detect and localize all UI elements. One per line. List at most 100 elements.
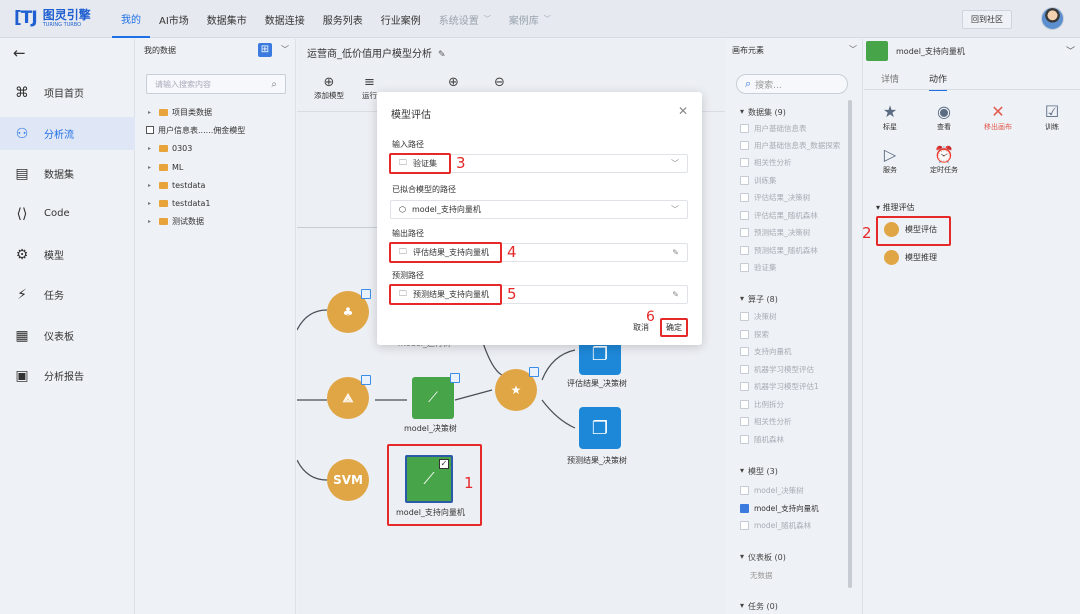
node-checkbox[interactable]	[529, 367, 539, 377]
checkbox[interactable]	[740, 246, 749, 255]
list-item[interactable]: model_随机森林	[740, 519, 811, 532]
checkbox[interactable]	[740, 263, 749, 272]
list-item[interactable]: 机器学习模型评估	[740, 363, 814, 376]
checkbox[interactable]	[740, 347, 749, 356]
edit-icon[interactable]: ✎	[438, 50, 446, 60]
list-item[interactable]: 相关性分析	[740, 156, 792, 169]
nav-item-service-list[interactable]: 服务列表	[314, 0, 372, 38]
model-path-select[interactable]: ⬡ model_支持向量机 ﹀	[390, 200, 688, 219]
sidebar-item-dashboard[interactable]: ▦ 仪表板	[0, 319, 135, 352]
tree-item[interactable]: ▸ testdata1	[148, 196, 210, 210]
nav-item-case-library[interactable]: 案例库 ﹀	[500, 0, 560, 38]
nav-item-system-settings[interactable]: 系统设置 ﹀	[430, 0, 500, 38]
zoom-in-button[interactable]: ⊕	[448, 76, 459, 90]
list-item[interactable]: model_决策树	[740, 484, 804, 497]
nav-item-ai-market[interactable]: AI市场	[150, 0, 198, 38]
check-icon[interactable]: ✓	[439, 459, 449, 469]
list-item[interactable]: 预测结果_决策树	[740, 226, 810, 239]
scrollbar[interactable]	[848, 100, 852, 588]
chevron-down-icon[interactable]: ﹀	[281, 44, 289, 55]
list-item[interactable]: 决策树	[740, 310, 777, 323]
list-item[interactable]: model_支持向量机	[740, 502, 819, 515]
checkbox[interactable]	[740, 365, 749, 374]
file-node[interactable]: ❐	[579, 407, 621, 449]
model-svm-node[interactable]: ⟋ ✓	[405, 455, 453, 503]
app-logo[interactable]: [TJ 图灵引擎 TURING TURBO	[14, 8, 91, 28]
confirm-button[interactable]: 确定	[660, 318, 688, 337]
checkbox[interactable]	[740, 330, 749, 339]
tree-operator-node[interactable]: ♣	[327, 289, 371, 333]
add-model-button[interactable]: ⊕ 添加模型	[314, 76, 344, 101]
run-button[interactable]: ≡ 运行	[362, 76, 377, 101]
tree-operator-node[interactable]: ⟁	[327, 375, 371, 419]
close-icon[interactable]: ✕	[678, 104, 688, 118]
list-item[interactable]: 比例拆分	[740, 398, 784, 411]
section-header-dashboards[interactable]: ▾ 仪表板 (0)	[740, 552, 786, 563]
checkbox[interactable]	[740, 417, 749, 426]
schedule-button[interactable]: ⏰ 定时任务	[924, 145, 964, 175]
remove-from-canvas-button[interactable]: ✕ 移出画布	[978, 102, 1018, 132]
list-item[interactable]: 用户基础信息表	[740, 122, 807, 135]
elements-search-input[interactable]: ⌕ 搜索...	[736, 74, 848, 94]
sidebar-item-report[interactable]: ▣ 分析报告	[0, 359, 135, 392]
list-item[interactable]: 验证集	[740, 261, 777, 274]
nav-item-mine[interactable]: 我的	[112, 0, 150, 38]
sidebar-item-analysis-flow[interactable]: ⚇ 分析流	[0, 117, 135, 150]
checkbox[interactable]	[740, 400, 749, 409]
checkbox[interactable]	[740, 521, 749, 530]
evaluate-operator-node[interactable]: ★	[495, 367, 539, 411]
list-item[interactable]: 训练集	[740, 174, 777, 187]
node-checkbox[interactable]	[361, 289, 371, 299]
checkbox[interactable]	[740, 141, 749, 150]
section-header-tasks[interactable]: ▾ 任务 (0)	[740, 601, 778, 612]
node-checkbox[interactable]	[361, 375, 371, 385]
list-item[interactable]: 评估结果_随机森林	[740, 209, 818, 222]
zoom-out-button[interactable]: ⊖	[494, 76, 505, 90]
data-search-input[interactable]: 请输入搜索内容 ⌕	[146, 74, 286, 94]
list-item[interactable]: 预测结果_随机森林	[740, 244, 818, 257]
list-item[interactable]: 随机森林	[740, 433, 784, 446]
model-inference-item[interactable]: 模型推理	[884, 250, 937, 265]
checkbox[interactable]	[740, 486, 749, 495]
checkbox[interactable]	[740, 211, 749, 220]
back-to-community-button[interactable]: 回到社区	[962, 10, 1012, 29]
section-header-inference[interactable]: ▾ 推理评估	[876, 202, 915, 213]
nav-item-data-market[interactable]: 数据集市	[198, 0, 256, 38]
tree-item[interactable]: ▸ 0303	[148, 141, 192, 155]
sidebar-item-project-home[interactable]: ⌘ 项目首页	[0, 76, 135, 109]
train-button[interactable]: ☑ 训练	[1032, 102, 1072, 132]
back-arrow-icon[interactable]: ←	[13, 44, 26, 62]
star-button[interactable]: ★ 标星	[870, 102, 910, 132]
section-header-operators[interactable]: ▾ 算子 (8)	[740, 294, 778, 305]
sidebar-item-code[interactable]: ⟨⟩ Code	[0, 197, 135, 230]
nav-item-data-connect[interactable]: 数据连接	[256, 0, 314, 38]
chevron-down-icon[interactable]: ﹀	[849, 44, 857, 55]
checkbox[interactable]	[740, 193, 749, 202]
tree-item[interactable]: 用户信息表......佣金模型	[146, 123, 245, 137]
checkbox[interactable]	[740, 312, 749, 321]
tree-item[interactable]: ▸ ML	[148, 160, 183, 174]
checkbox[interactable]	[740, 158, 749, 167]
checkbox[interactable]	[740, 435, 749, 444]
sidebar-item-task[interactable]: ⚡ 任务	[0, 278, 135, 311]
checkbox[interactable]	[740, 228, 749, 237]
section-header-datasets[interactable]: ▾ 数据集 (9)	[740, 107, 786, 118]
checkbox[interactable]	[740, 124, 749, 133]
avatar[interactable]	[1041, 7, 1064, 30]
chevron-down-icon[interactable]: ﹀	[1066, 44, 1075, 57]
list-item[interactable]: 相关性分析	[740, 415, 792, 428]
sidebar-item-dataset[interactable]: ▤ 数据集	[0, 157, 135, 190]
nav-item-industry-cases[interactable]: 行业案例	[372, 0, 430, 38]
list-item[interactable]: 用户基础信息表_数据探索	[740, 139, 840, 152]
checkbox[interactable]	[740, 382, 749, 391]
service-button[interactable]: ▷ 服务	[870, 145, 910, 175]
tree-item[interactable]: ▸ 项目类数据	[148, 105, 212, 119]
model-node[interactable]: ⟋	[412, 373, 460, 419]
node-checkbox[interactable]	[450, 373, 460, 383]
tab-details[interactable]: 详情	[881, 72, 899, 85]
list-item[interactable]: 机器学习模型评估1	[740, 380, 819, 393]
add-data-button[interactable]: ⊞	[258, 43, 272, 57]
sidebar-item-model[interactable]: ⚙ 模型	[0, 238, 135, 271]
list-item[interactable]: 支持向量机	[740, 345, 792, 358]
view-button[interactable]: ◉ 查看	[924, 102, 964, 132]
